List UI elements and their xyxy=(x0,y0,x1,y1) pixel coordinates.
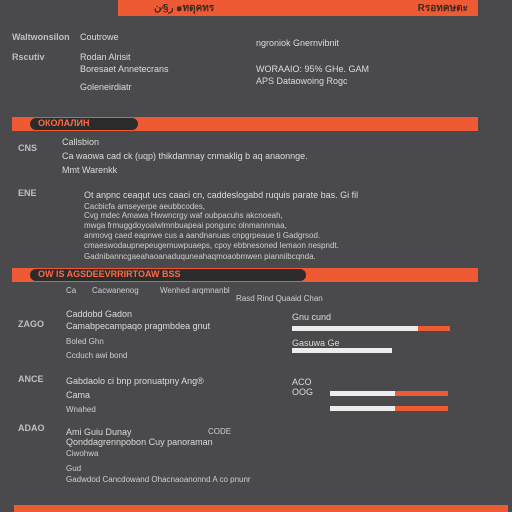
contact-value-2: Rodan Alrisit xyxy=(80,52,131,62)
section-1-row-1-label: CNS xyxy=(18,143,38,153)
section-2-row-4-line-2: Gadwdod Cancdowand Ohacnaoanonnd A co pn… xyxy=(66,475,251,484)
skill-fill-row-1-a xyxy=(418,326,450,331)
section-1-row-1-line-2: Mmt Warenkk xyxy=(62,165,118,175)
section-1-row-2-line-6: cmaeswodaupnepeugemuwpuaeps, cpoy ebbnes… xyxy=(84,241,339,250)
contact-right-2: WORAAIO: 95% GHe. GAM xyxy=(256,64,370,74)
contact-value-4: Goleneirdiatr xyxy=(80,82,132,92)
header-title: ر§⁄ن ๑ทดุคทร xyxy=(154,3,215,14)
section-2-row-2-line-3: Wnahed xyxy=(66,405,96,414)
section-2-row-1-label: ZAGO xyxy=(18,319,44,329)
section-title-2: OW IS AGSDEEVRRIRTOAW BSS xyxy=(38,269,181,279)
section-bar-2: OW IS AGSDEEVRRIRTOAW BSS xyxy=(12,268,478,282)
contact-label-2: Rscutiv xyxy=(12,52,45,62)
skill-bar-row-1-b xyxy=(292,348,392,353)
section-2-row-2-line-2: Cama xyxy=(66,390,91,400)
skill-bar-row-1-a xyxy=(292,326,450,331)
section-1-row-2-line-1: Ot anpnc ceaqut ucs caaci cn, caddesloga… xyxy=(84,190,359,200)
footer-bar xyxy=(14,505,508,512)
header-bar: ر§⁄ن ๑ทดุคทร Rรอทคษตะ xyxy=(118,0,478,16)
section-2-row-3-label: ADAO xyxy=(18,423,45,433)
section-2-row-1-line-2: Camabpecampaqo pragmbdea gnut xyxy=(66,321,211,331)
section-2-row-2-right-sub: OOG xyxy=(292,387,314,397)
skill-bar-row-2-a xyxy=(330,391,448,396)
skill-bar-row-2-b xyxy=(330,406,448,411)
section-2-row-1-line-4: Ccduch awi bond xyxy=(66,351,128,360)
section-2-row-2-line-1: Gabdaolo ci bnp pronuatpny Ang® xyxy=(66,376,204,386)
skill-fill-row-2-b xyxy=(394,406,448,411)
contact-value-1: Coutrowe xyxy=(80,32,119,42)
section-2-row-3-line-3: Ciwohwa xyxy=(66,449,99,458)
contact-label-1: Waltwonsilon xyxy=(12,32,70,42)
section-2-header-3: Wenhed arqmnanbl xyxy=(160,286,230,295)
section-title-1: ОКОЛАЛИН xyxy=(38,118,90,128)
section-1-row-2-line-7: Gadnibanncgaeahaoanaduquneahaqmoaobmwen … xyxy=(84,252,316,261)
section-1-row-1-line-1: Ca waowa cad ck (uqp) thikdamnay cnmakli… xyxy=(62,151,308,161)
skill-fill-row-2-a xyxy=(394,391,448,396)
section-1-row-2-label: ENE xyxy=(18,188,37,198)
header-right-text: Rรอทคษตะ xyxy=(417,3,468,14)
section-1-subtitle: Callsbion xyxy=(62,137,100,147)
section-2-header-4: Rasd Rind Quaaid Chan xyxy=(236,294,323,303)
section-2-row-4-line-1: Gud xyxy=(66,464,82,473)
contact-right-3: APS Dataowoing Rogc xyxy=(256,76,348,86)
section-2-header-2: Cacwanenog xyxy=(92,286,139,295)
section-bar-1: ОКОЛАЛИН xyxy=(12,117,478,131)
section-2-row-1-right-label: Gnu cund xyxy=(292,312,332,322)
contact-value-3: Boresaet Annetecrans xyxy=(80,64,169,74)
section-2-header-1: Ca xyxy=(66,286,77,295)
section-2-row-3-line-2: Qonddagrennpobon Cuy panoraman xyxy=(66,437,213,447)
section-2-row-2-label: ANCE xyxy=(18,374,44,384)
section-2-row-3-right-label: CODE xyxy=(208,427,232,436)
section-2-row-1-line-3: Boled Ghn xyxy=(66,337,104,346)
contact-right-1: ngroniok Gnernvibnit xyxy=(256,38,340,48)
section-2-row-1-line-1: Caddobd Gadon xyxy=(66,309,133,319)
